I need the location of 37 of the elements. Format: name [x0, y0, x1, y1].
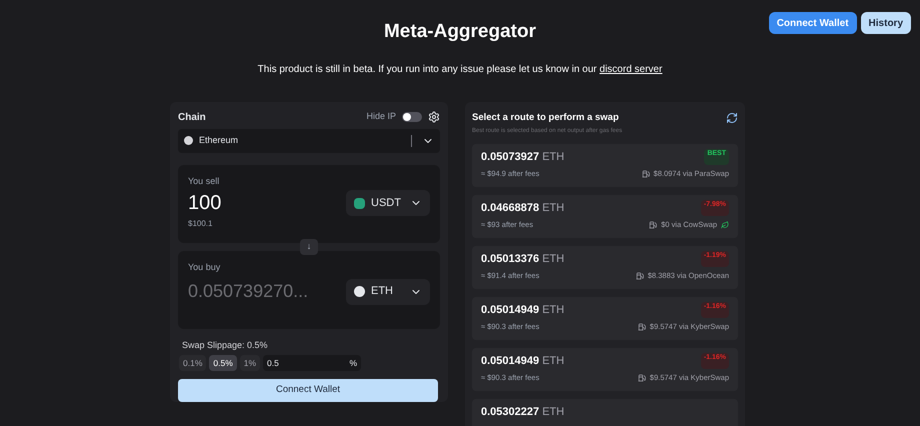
gas-icon [642, 170, 650, 178]
buy-label: You buy [188, 260, 222, 274]
history-button[interactable]: History [860, 12, 911, 34]
hide-ip-toggle[interactable] [402, 112, 422, 122]
page-title: Meta-Aggregator [384, 20, 536, 44]
buy-amount: 0.050739270... [188, 280, 308, 303]
token-selector[interactable]: USDT [346, 190, 430, 216]
slippage-input[interactable]: 0.5 % [263, 355, 362, 371]
route-amount: 0.05073927 ETH [481, 150, 564, 165]
refresh-icon[interactable] [726, 112, 738, 124]
slippage-option[interactable]: 1% [240, 355, 260, 371]
slippage-option[interactable]: 0.5% [209, 355, 237, 371]
route-amount: 0.05014949 ETH [481, 354, 564, 369]
chain-selector[interactable]: Ethereum [178, 128, 440, 152]
route-amount: 0.05014949 ETH [481, 302, 564, 318]
settings-icon[interactable] [428, 111, 440, 123]
gas-icon [638, 322, 646, 331]
route-card[interactable]: 0.05302227 ETH [472, 398, 738, 426]
slippage-label: Swap Slippage: 0.5% [182, 338, 269, 352]
switch-button[interactable]: ↓ [300, 238, 318, 254]
route-amount: 0.05302227 ETH [481, 404, 564, 420]
token-selector[interactable]: ETH [346, 278, 430, 304]
gas-icon [638, 374, 646, 382]
connect-wallet-button[interactable]: Connect Wallet [178, 379, 438, 402]
sell-label: You sell [188, 174, 220, 188]
gas-icon [649, 220, 658, 229]
discord-link[interactable]: discord server [600, 64, 662, 74]
routes-title: Select a route to perform a swap [472, 110, 619, 124]
chain-label: Chain [178, 110, 206, 124]
route-amount: 0.04668878 ETH [481, 200, 564, 216]
gas-icon [636, 272, 644, 280]
sell-amount[interactable]: 100 [188, 188, 222, 218]
sell-usd-value: $100.1 [188, 218, 214, 230]
hide-ip-label: Hide IP [366, 110, 396, 124]
beta-notice: This product is still in beta. If you run into any issue please let us know in our discord server [256, 62, 664, 76]
slippage-option[interactable]: 0.1% [179, 355, 206, 371]
route-amount: 0.05013376 ETH [481, 252, 564, 267]
